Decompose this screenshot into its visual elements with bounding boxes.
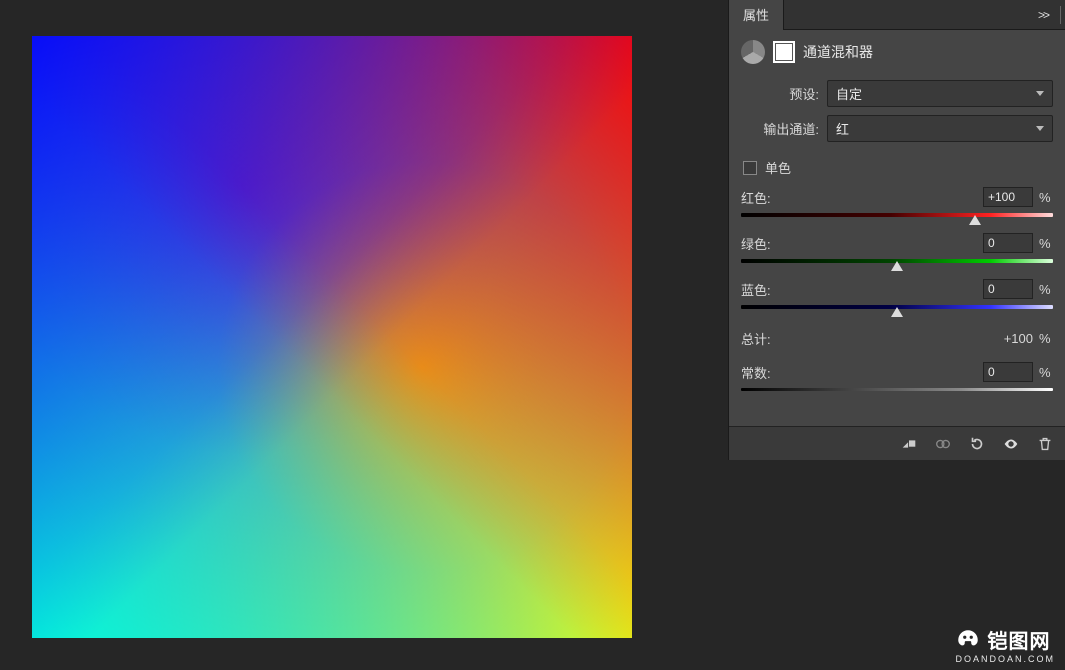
panel-footer [729, 426, 1065, 460]
green-slider-thumb[interactable] [891, 261, 903, 271]
total-value: +100 [1004, 331, 1033, 346]
output-channel-select[interactable]: 红 [827, 115, 1053, 142]
watermark-subtitle: DOANDOAN.COM [955, 654, 1055, 664]
panel-body: 预设: 自定 输出通道: 红 单色 红色: % [729, 74, 1065, 401]
canvas-gradient-preview [32, 36, 632, 638]
clip-to-layer-icon[interactable] [899, 434, 919, 454]
blue-slider-track[interactable] [741, 305, 1053, 309]
panel-header: 通道混和器 [729, 30, 1065, 74]
panel-tab-bar: 属性 >> [729, 0, 1065, 30]
red-slider-thumb[interactable] [969, 215, 981, 225]
output-channel-label: 输出通道: [741, 119, 819, 138]
blue-slider-label: 蓝色: [741, 280, 771, 299]
red-unit: % [1039, 190, 1053, 205]
red-slider-track[interactable] [741, 213, 1053, 217]
watermark: 铠图网 DOANDOAN.COM [955, 625, 1055, 664]
view-previous-icon[interactable] [933, 434, 953, 454]
blue-slider-block: 蓝色: % [741, 279, 1053, 309]
green-slider-block: 绿色: % [741, 233, 1053, 263]
blue-value-input[interactable] [983, 279, 1033, 299]
chevron-down-icon [1036, 126, 1044, 131]
preset-label: 预设: [741, 84, 819, 103]
monochrome-checkbox[interactable] [743, 161, 757, 175]
chevron-down-icon [1036, 91, 1044, 96]
watermark-logo-icon [955, 627, 981, 653]
reset-icon[interactable] [967, 434, 987, 454]
blue-slider-thumb[interactable] [891, 307, 903, 317]
constant-slider-track[interactable] [741, 388, 1053, 391]
green-unit: % [1039, 236, 1053, 251]
total-label: 总计: [741, 329, 771, 348]
red-slider-label: 红色: [741, 188, 771, 207]
watermark-title: 铠图网 [987, 625, 1050, 654]
properties-panel: 属性 >> 通道混和器 预设: 自定 输出通道: 红 单色 [728, 0, 1065, 460]
preset-value: 自定 [836, 84, 862, 103]
red-slider-block: 红色: % [741, 187, 1053, 217]
blue-unit: % [1039, 282, 1053, 297]
constant-slider-block: 常数: % [741, 362, 1053, 391]
constant-value-input[interactable] [983, 362, 1033, 382]
green-slider-label: 绿色: [741, 234, 771, 253]
red-value-input[interactable] [983, 187, 1033, 207]
green-value-input[interactable] [983, 233, 1033, 253]
preset-select[interactable]: 自定 [827, 80, 1053, 107]
output-channel-value: 红 [836, 119, 849, 138]
delete-trash-icon[interactable] [1035, 434, 1055, 454]
layer-mask-icon[interactable] [773, 41, 795, 63]
collapse-button[interactable]: >> [1038, 8, 1048, 22]
constant-unit: % [1039, 365, 1053, 380]
visibility-eye-icon[interactable] [1001, 434, 1021, 454]
green-slider-track[interactable] [741, 259, 1053, 263]
total-unit: % [1039, 331, 1053, 346]
panel-menu-divider [1060, 6, 1061, 24]
tab-properties[interactable]: 属性 [729, 0, 784, 30]
panel-title: 通道混和器 [803, 42, 873, 62]
constant-slider-label: 常数: [741, 363, 771, 382]
monochrome-label: 单色 [765, 158, 791, 177]
total-row: 总计: +100 % [741, 325, 1053, 362]
channel-mixer-icon[interactable] [741, 40, 765, 64]
